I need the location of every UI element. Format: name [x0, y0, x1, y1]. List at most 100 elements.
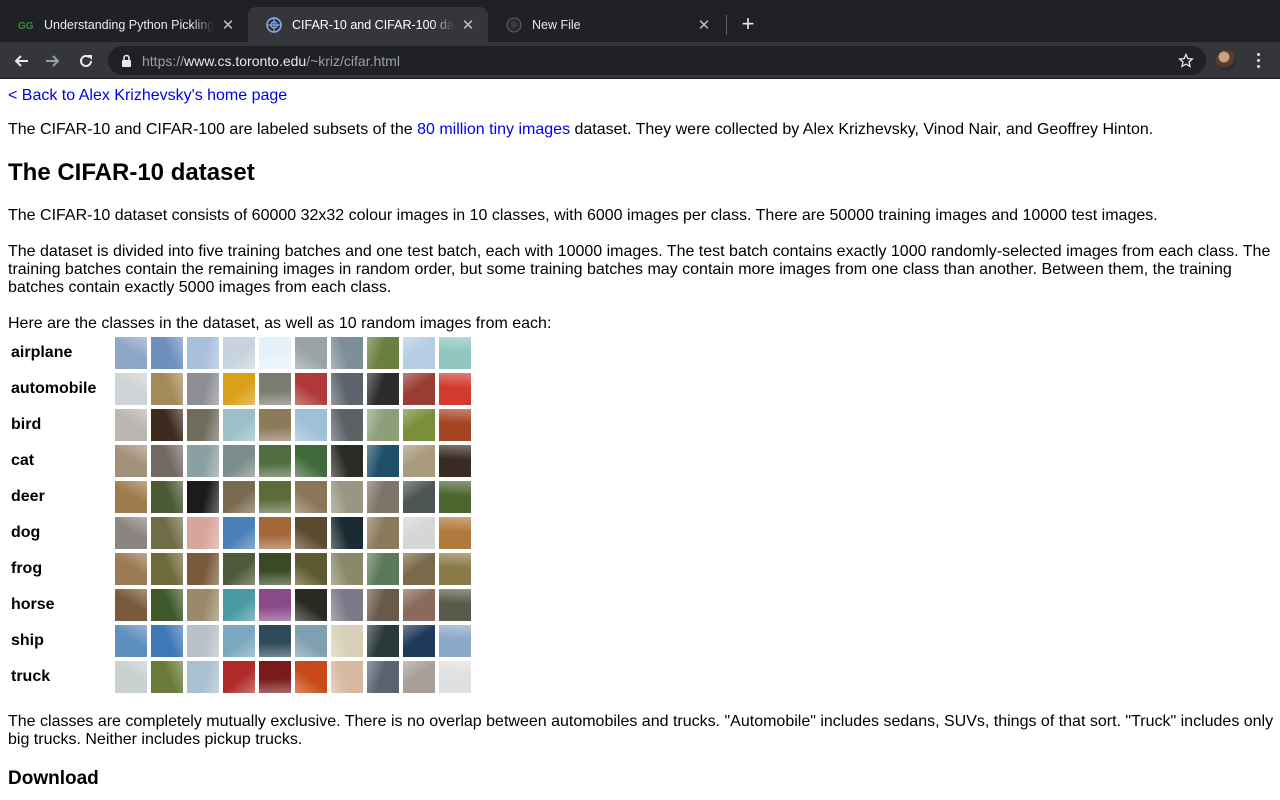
- url-text: https://www.cs.toronto.edu/~kriz/cifar.h…: [142, 53, 400, 69]
- back-arrow-icon[interactable]: [8, 48, 34, 74]
- thumb-cell: [439, 408, 473, 442]
- thumb-cell: [151, 624, 185, 658]
- thumb-cell: [295, 516, 329, 550]
- thumb-cell: [115, 552, 149, 586]
- thumb-cell: [331, 372, 365, 406]
- thumb-cell: [403, 516, 437, 550]
- thumb-cell: [403, 336, 437, 370]
- sample-image: [259, 517, 291, 549]
- sample-image: [331, 625, 363, 657]
- sample-image: [403, 589, 435, 621]
- sample-image: [403, 625, 435, 657]
- sample-image: [295, 445, 327, 477]
- thumb-cell: [151, 408, 185, 442]
- classes-intro: Here are the classes in the dataset, as …: [8, 315, 552, 332]
- sample-image: [223, 517, 255, 549]
- sample-image: [295, 517, 327, 549]
- thumb-cell: [295, 552, 329, 586]
- profile-avatar[interactable]: [1216, 50, 1236, 70]
- kebab-menu-icon[interactable]: [1250, 50, 1266, 70]
- sample-image: [187, 517, 219, 549]
- sample-image: [151, 445, 183, 477]
- close-tab-icon[interactable]: ✕: [460, 17, 476, 34]
- thumb-cell: [187, 516, 221, 550]
- close-tab-icon[interactable]: ✕: [220, 17, 236, 34]
- bookmark-star-icon[interactable]: [1176, 51, 1196, 71]
- thumb-cell: [403, 588, 437, 622]
- sample-image: [295, 337, 327, 369]
- sample-image: [259, 337, 291, 369]
- sample-image: [187, 661, 219, 693]
- thumb-cell: [187, 588, 221, 622]
- new-tab-icon[interactable]: +: [736, 12, 760, 36]
- thumb-cell: [439, 444, 473, 478]
- sample-image: [403, 661, 435, 693]
- class-label: truck: [11, 668, 51, 685]
- sample-image: [403, 373, 435, 405]
- thumb-cell: [295, 444, 329, 478]
- lock-icon[interactable]: [120, 54, 132, 68]
- browser-toolbar: https://www.cs.toronto.edu/~kriz/cifar.h…: [0, 42, 1280, 79]
- gfg-icon: GG: [18, 17, 34, 33]
- back-home-link[interactable]: < Back to Alex Krizhevsky's home page: [8, 87, 287, 105]
- class-row: dog: [10, 516, 473, 550]
- sample-image: [151, 337, 183, 369]
- thumb-cell: [331, 444, 365, 478]
- sample-image: [331, 589, 363, 621]
- thumb-cell: [151, 336, 185, 370]
- thumb-cell: [367, 444, 401, 478]
- sample-image: [187, 625, 219, 657]
- sample-image: [439, 517, 471, 549]
- sample-image: [403, 337, 435, 369]
- thumb-cell: [151, 552, 185, 586]
- forward-arrow-icon[interactable]: [40, 48, 66, 74]
- page-heading: The CIFAR-10 dataset: [8, 159, 255, 186]
- class-row: ship: [10, 624, 473, 658]
- sample-image: [367, 517, 399, 549]
- sample-image: [331, 481, 363, 513]
- thumb-cell: [295, 480, 329, 514]
- sample-image: [331, 661, 363, 693]
- sample-image: [439, 661, 471, 693]
- sample-image: [439, 553, 471, 585]
- sample-image: [403, 553, 435, 585]
- thumb-cell: [367, 516, 401, 550]
- sample-image: [151, 517, 183, 549]
- tab-python-pickling[interactable]: GG Understanding Python Pickling ✕: [0, 7, 248, 42]
- sample-image: [367, 337, 399, 369]
- reload-icon[interactable]: [73, 48, 99, 74]
- sample-image: [295, 373, 327, 405]
- address-bar[interactable]: https://www.cs.toronto.edu/~kriz/cifar.h…: [108, 46, 1206, 75]
- url-scheme: https://: [142, 52, 185, 69]
- sample-image: [115, 337, 147, 369]
- tiny-images-link[interactable]: 80 million tiny images: [417, 121, 570, 138]
- thumb-cell: [295, 660, 329, 694]
- thumb-cell: [367, 372, 401, 406]
- sample-image: [259, 589, 291, 621]
- tab-cifar[interactable]: CIFAR-10 and CIFAR-100 datas ✕: [248, 7, 488, 42]
- thumb-cell: [259, 408, 293, 442]
- sample-image: [439, 409, 471, 441]
- tab-title: New File: [532, 17, 690, 32]
- thumb-cell: [151, 516, 185, 550]
- sample-image: [115, 445, 147, 477]
- class-row: automobile: [10, 372, 473, 406]
- sample-image: [295, 481, 327, 513]
- close-tab-icon[interactable]: ✕: [696, 17, 712, 34]
- sample-image: [187, 589, 219, 621]
- thumb-cell: [403, 660, 437, 694]
- thumb-cell: [187, 552, 221, 586]
- tab-new-file[interactable]: New File ✕: [488, 7, 724, 42]
- sample-image: [367, 661, 399, 693]
- dataset-summary: The CIFAR-10 dataset consists of 60000 3…: [8, 207, 1158, 224]
- sample-image: [259, 409, 291, 441]
- sample-image: [115, 373, 147, 405]
- url-host: www.cs.toronto.edu: [184, 52, 307, 69]
- class-label: frog: [11, 560, 43, 577]
- thumb-cell: [115, 480, 149, 514]
- thumb-cell: [187, 480, 221, 514]
- thumb-cell: [115, 336, 149, 370]
- sample-image: [115, 589, 147, 621]
- sample-image: [187, 481, 219, 513]
- thumb-cell: [331, 624, 365, 658]
